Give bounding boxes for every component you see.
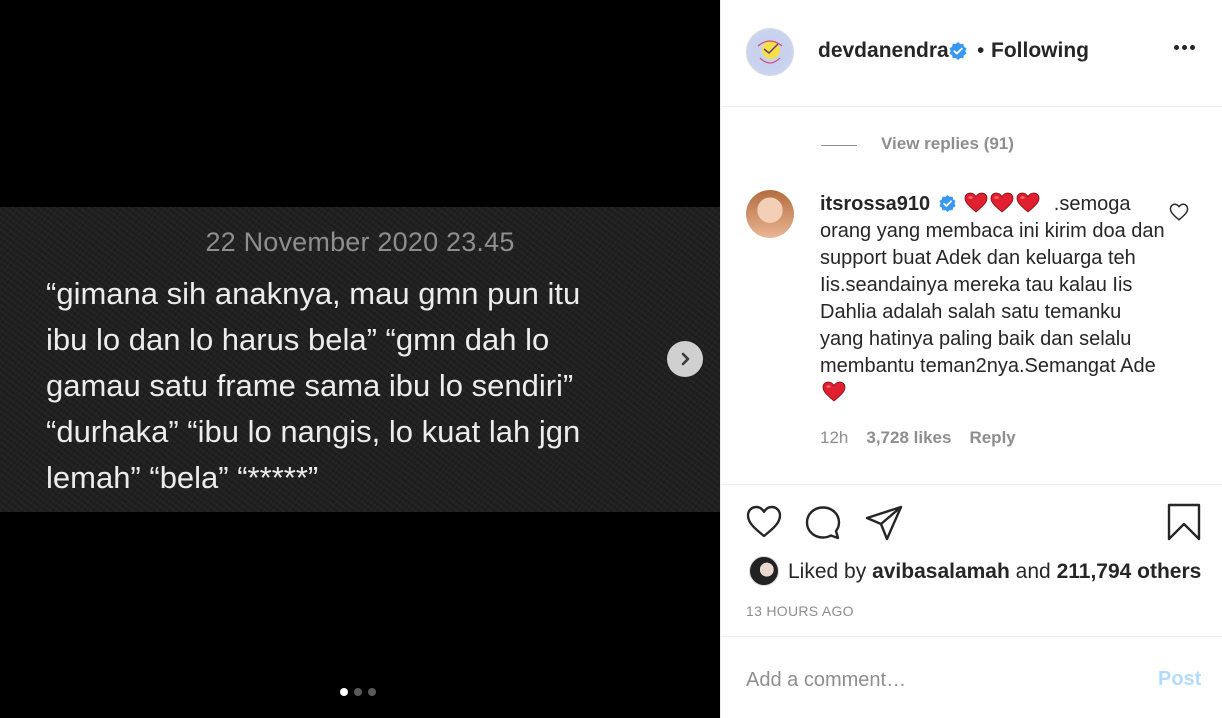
red-heart-emoji-icon: [822, 381, 846, 402]
media-line: “gimana sih anaknya, mau gmn pun itu: [46, 276, 581, 311]
more-options-button[interactable]: [1174, 45, 1195, 50]
view-replies-button[interactable]: View replies (91): [881, 134, 1014, 154]
red-heart-emoji-icon: [1016, 192, 1040, 213]
comment-text: itsrossa910 .semoga orang yang membaca i…: [820, 191, 1165, 407]
more-horizontal-icon: [1190, 45, 1195, 50]
comment-input[interactable]: [746, 665, 1126, 695]
save-button[interactable]: [1167, 503, 1201, 546]
screenshot-image: 22 November 2020 23.45 “gimana sih anakn…: [0, 207, 720, 512]
media-line: gamau satu frame sama ibu lo sendiri”: [46, 368, 574, 403]
verified-badge-icon: [939, 194, 956, 213]
replies-divider: [821, 145, 857, 146]
liked-by-and: and: [1015, 560, 1051, 583]
avatar-illustration-icon: [751, 33, 789, 71]
media-line: “durhaka” “ibu lo nangis, lo kuat lah jg…: [46, 414, 581, 449]
liked-by-prefix: Liked by: [788, 560, 867, 583]
heart-outline-icon: [746, 505, 782, 538]
following-button[interactable]: Following: [991, 39, 1089, 63]
carousel-dot: [368, 688, 376, 696]
separator-dot: •: [977, 39, 985, 62]
media-line: ibu lo dan lo harus bela” “gmn dah lo: [46, 322, 550, 357]
comment-text-start: .semoga: [1053, 193, 1131, 215]
author-avatar[interactable]: [746, 28, 794, 76]
commenter-avatar[interactable]: [746, 190, 794, 238]
comment-meta: 12h 3,728 likes Reply: [820, 428, 1016, 448]
comment-text-rest: orang yang membaca ini kirim doa dan sup…: [820, 220, 1165, 377]
comment-like-button[interactable]: [1169, 203, 1189, 226]
liker-avatar[interactable]: [749, 556, 779, 586]
likes-count[interactable]: 211,794 others: [1057, 560, 1202, 583]
comment-bubble-icon: [805, 506, 841, 540]
bookmark-icon: [1167, 503, 1201, 541]
paper-plane-icon: [865, 505, 903, 541]
liked-by-text: Liked by avibasalamah and 211,794 others: [788, 560, 1201, 584]
media-line: lemah” “bela” “*****”: [46, 460, 319, 495]
post-button[interactable]: Post: [1158, 668, 1201, 691]
comment-button[interactable]: [805, 505, 841, 546]
more-horizontal-icon: [1182, 45, 1187, 50]
commenter-username[interactable]: itsrossa910: [820, 193, 930, 215]
reply-button[interactable]: Reply: [969, 428, 1015, 448]
post-actions: Liked by avibasalamah and 211,794 others…: [721, 484, 1222, 634]
chevron-right-icon: [681, 352, 690, 366]
comment-likes[interactable]: 3,728 likes: [866, 428, 951, 448]
post-media: 22 November 2020 23.45 “gimana sih anakn…: [0, 0, 720, 718]
carousel-dot: [354, 688, 362, 696]
carousel-dot-active: [340, 688, 348, 696]
liker-username[interactable]: avibasalamah: [872, 560, 1010, 583]
heart-outline-icon: [1169, 203, 1189, 221]
like-button[interactable]: [746, 505, 782, 543]
red-heart-emoji-icon: [964, 192, 988, 213]
media-text: “gimana sih anaknya, mau gmn pun itu ibu…: [46, 271, 666, 501]
verified-badge-icon: [948, 41, 968, 61]
more-horizontal-icon: [1174, 45, 1179, 50]
author-username[interactable]: devdanendra: [818, 39, 949, 63]
media-date: 22 November 2020 23.45: [205, 227, 515, 257]
share-button[interactable]: [865, 505, 903, 546]
post-sidebar: devdanendra • Following View replies (91…: [720, 0, 1222, 718]
add-comment-bar: Post: [721, 636, 1222, 718]
red-heart-emoji-icon: [990, 192, 1014, 213]
next-slide-button[interactable]: [667, 341, 703, 377]
post-header: devdanendra • Following: [721, 0, 1222, 107]
comment-time[interactable]: 12h: [820, 428, 848, 448]
post-timestamp[interactable]: 13 HOURS AGO: [746, 603, 854, 619]
carousel-indicator: [340, 688, 376, 696]
